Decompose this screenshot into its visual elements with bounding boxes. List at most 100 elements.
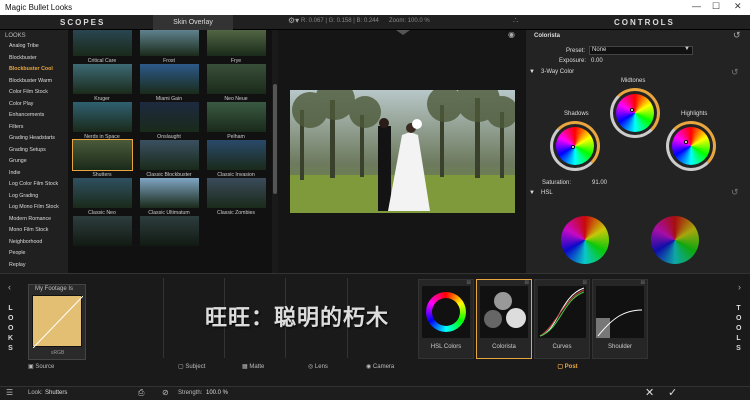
look-category-item[interactable]: Blockbuster xyxy=(9,55,37,61)
strength-value[interactable]: 100.0 % xyxy=(206,390,228,396)
tool-card[interactable]: HSL Colors ☒ xyxy=(418,279,474,359)
midtones-wheel[interactable] xyxy=(616,94,654,132)
grid-scrollbar-thumb[interactable] xyxy=(273,84,277,194)
status-bar: ☰ Look: Shutters ⎙ ⊘ Strength: 100.0 % ✕… xyxy=(0,386,750,400)
reset-hsl-icon[interactable]: ↺ xyxy=(731,187,739,198)
look-category-item[interactable]: Analog Tribe xyxy=(9,43,39,49)
expand-hsl-icon[interactable]: ▼ xyxy=(529,190,535,196)
maximize-icon[interactable]: ☐ xyxy=(712,1,720,12)
lens-button[interactable]: ◎ Lens xyxy=(308,361,328,373)
strength-icon: ⊘ xyxy=(162,388,169,397)
look-thumbnail[interactable] xyxy=(72,177,133,209)
tool-card[interactable]: Colorista ☒ xyxy=(476,279,532,359)
look-category-item[interactable]: Grading Setups xyxy=(9,147,46,153)
expand-3way-icon[interactable]: ▼ xyxy=(529,69,535,75)
subject-button[interactable]: ▢ Subject xyxy=(178,361,205,373)
confirm-check-icon[interactable]: ✓ xyxy=(668,386,677,399)
exposure-value[interactable]: 0.00 xyxy=(591,58,603,64)
camera-label: Camera xyxy=(372,364,395,370)
look-category-item[interactable]: Mono Film Stock xyxy=(9,227,48,233)
tools-vertical-label[interactable]: TOOLS xyxy=(736,304,744,354)
highlights-wheel[interactable] xyxy=(672,127,710,165)
tool-remove-icon[interactable]: ☒ xyxy=(525,280,529,286)
left-arrow-icon[interactable]: ‹ xyxy=(8,282,11,292)
matte-button[interactable]: ▦ Matte xyxy=(242,361,264,373)
gear-icon[interactable]: ⚙▾ xyxy=(288,16,299,25)
preset-select[interactable]: None ▼ xyxy=(589,46,693,55)
looks-vertical-label[interactable]: LOOKS xyxy=(8,304,16,354)
close-icon[interactable]: ✕ xyxy=(734,1,742,12)
color-dots-icon[interactable]: ∴ xyxy=(513,16,518,25)
look-thumbnail[interactable] xyxy=(72,101,133,133)
chevron-down-icon: ▼ xyxy=(684,46,690,52)
look-thumbnail[interactable] xyxy=(72,30,133,57)
look-category-item[interactable]: Replay xyxy=(9,262,26,268)
look-category-item[interactable]: Blockbuster Cool xyxy=(9,66,53,72)
camera-icon[interactable]: ◉ xyxy=(508,30,515,39)
look-thumbnail[interactable] xyxy=(139,215,200,247)
tool-remove-icon[interactable]: ☒ xyxy=(641,280,645,286)
look-category-item[interactable]: Log Color Film Stock xyxy=(9,181,58,187)
look-thumbnail[interactable] xyxy=(139,101,200,133)
collapse-arrow-icon[interactable] xyxy=(396,30,410,35)
look-thumbnail[interactable] xyxy=(139,63,200,95)
right-arrow-icon[interactable]: › xyxy=(738,282,741,292)
menu-icon[interactable]: ☰ xyxy=(6,388,13,397)
reset-3way-icon[interactable]: ↺ xyxy=(731,67,739,78)
tool-remove-icon[interactable]: ☒ xyxy=(583,280,587,286)
watermark-text: 旺旺：聪明的朽木 xyxy=(205,305,390,330)
look-category-item[interactable]: Modern Romance xyxy=(9,216,51,222)
minimize-icon[interactable]: — xyxy=(692,1,701,11)
tool-card-label: HSL Colors xyxy=(430,344,462,350)
look-thumbnail[interactable] xyxy=(206,177,267,209)
tool-remove-icon[interactable]: ☒ xyxy=(467,280,471,286)
shadows-label: Shadows xyxy=(564,111,589,117)
preset-label: Preset: xyxy=(566,48,586,54)
saturation-value[interactable]: 91.00 xyxy=(592,180,607,186)
look-thumbnail[interactable] xyxy=(72,63,133,95)
lens-label: Lens xyxy=(314,364,328,370)
look-category-item[interactable]: Color Film Stock xyxy=(9,89,48,95)
look-category-item[interactable]: Log Mono Film Stock xyxy=(9,204,59,210)
tool-card-label: Colorista xyxy=(492,344,516,350)
look-thumbnail[interactable] xyxy=(206,101,267,133)
look-thumbnail[interactable] xyxy=(72,215,133,247)
shadows-handle[interactable] xyxy=(571,145,575,149)
reset-icon[interactable]: ↺ xyxy=(733,30,741,41)
look-thumbnail[interactable] xyxy=(72,139,133,171)
cancel-icon[interactable]: ✕ xyxy=(645,386,654,399)
scopes-label[interactable]: SCOPES xyxy=(60,18,105,27)
hsl-wheel-left[interactable] xyxy=(561,216,609,264)
tool-card[interactable]: Curves ☒ xyxy=(534,279,590,359)
look-category-item[interactable]: Enhancements xyxy=(9,112,44,118)
look-category-item[interactable]: Filters xyxy=(9,124,23,130)
source-button[interactable]: ▣ Source xyxy=(28,361,54,373)
look-thumbnail[interactable] xyxy=(206,30,267,57)
post-button[interactable]: ▢ Post xyxy=(410,361,725,373)
look-category-item[interactable]: People xyxy=(9,250,26,256)
look-category-item[interactable]: Log Grading xyxy=(9,193,38,199)
exposure-label: Exposure: xyxy=(559,58,587,64)
look-thumbnail[interactable] xyxy=(206,63,267,95)
tool-card[interactable]: Shoulder ☒ xyxy=(592,279,648,359)
look-thumbnail[interactable] xyxy=(139,177,200,209)
look-thumbnail[interactable] xyxy=(139,139,200,171)
look-value: Shutters xyxy=(45,390,68,396)
look-thumbnail[interactable] xyxy=(139,30,200,57)
look-thumbnail[interactable] xyxy=(206,139,267,171)
save-look-icon[interactable]: ⎙ xyxy=(138,388,144,398)
camera-button[interactable]: ◉ Camera xyxy=(366,361,394,373)
skin-overlay-button[interactable]: Skin Overlay xyxy=(153,15,233,30)
look-category-item[interactable]: Neighborhood xyxy=(9,239,42,245)
tools-vertical-text: TOOLS xyxy=(736,305,745,352)
look-category-item[interactable]: Indie xyxy=(9,170,21,176)
look-category-item[interactable]: Grunge xyxy=(9,158,27,164)
look-category-item[interactable]: Grading Headstarts xyxy=(9,135,55,141)
look-category-item[interactable]: Color Play xyxy=(9,101,33,107)
source-footage-card[interactable]: My Footage Is sRGB xyxy=(28,284,86,360)
shadows-wheel[interactable] xyxy=(556,127,594,165)
midtones-handle[interactable] xyxy=(630,108,634,112)
highlights-handle[interactable] xyxy=(684,140,688,144)
look-category-item[interactable]: Blockbuster Warm xyxy=(9,78,52,84)
hsl-wheel-right[interactable] xyxy=(651,216,699,264)
